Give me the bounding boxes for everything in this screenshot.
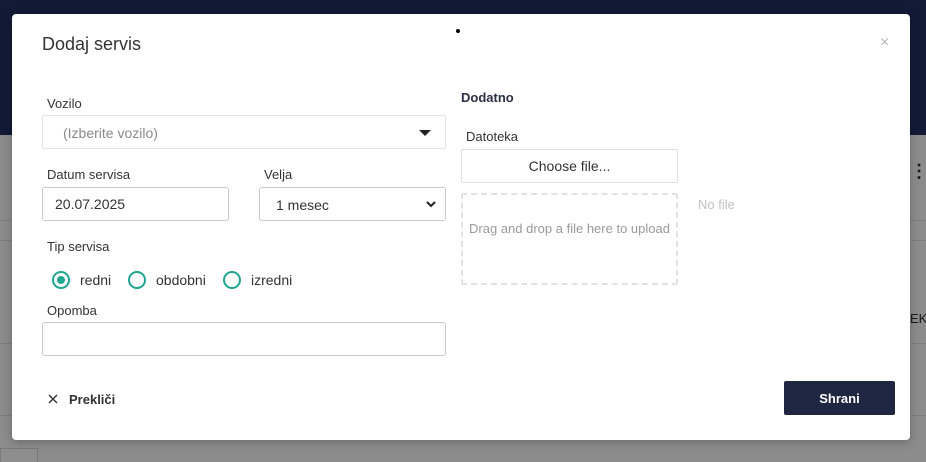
datum-servisa-label: Datum servisa xyxy=(47,167,131,182)
dodatno-heading: Dodatno xyxy=(461,90,514,105)
opomba-input[interactable] xyxy=(42,322,446,356)
vozilo-label: Vozilo xyxy=(47,96,82,111)
vozilo-placeholder: (Izberite vozilo) xyxy=(63,125,158,141)
chevron-down-icon xyxy=(425,196,437,214)
radio-label: redni xyxy=(80,272,112,288)
radio-label: obdobni xyxy=(156,272,206,288)
dropzone-text: Drag and drop a file here to upload xyxy=(469,221,670,236)
opomba-label: Opomba xyxy=(47,303,97,318)
radio-unchecked-icon xyxy=(223,271,241,289)
choose-file-button[interactable]: Choose file... xyxy=(461,149,678,183)
radio-checked-icon xyxy=(52,271,70,289)
close-icon xyxy=(48,390,58,411)
cancel-label: Prekliči xyxy=(69,392,116,407)
vozilo-select[interactable]: (Izberite vozilo) xyxy=(42,115,446,149)
no-file-text: No file xyxy=(698,197,735,212)
modal-title: Dodaj servis xyxy=(42,34,142,54)
tip-servisa-label: Tip servisa xyxy=(47,239,110,254)
datum-servisa-input[interactable]: 20.07.2025 xyxy=(42,187,229,221)
file-dropzone[interactable]: Drag and drop a file here to upload xyxy=(461,193,678,285)
kebab-menu-icon[interactable]: ⋮ xyxy=(910,162,926,180)
velja-select[interactable]: 1 mesec xyxy=(259,187,446,221)
add-service-modal: Dodaj servis × Vozilo (Izberite vozilo) … xyxy=(12,14,910,440)
close-icon[interactable]: × xyxy=(880,34,889,52)
datoteka-label: Datoteka xyxy=(466,129,519,144)
radio-label: izredni xyxy=(251,272,293,288)
velja-selected-value: 1 mesec xyxy=(276,197,329,213)
cursor-dot xyxy=(456,29,460,33)
velja-label: Velja xyxy=(264,167,293,182)
caret-down-icon xyxy=(419,130,431,136)
radio-unchecked-icon xyxy=(128,271,146,289)
save-button[interactable]: Shrani xyxy=(784,381,895,415)
background-table-cell xyxy=(0,448,38,462)
background-column-header: EKA xyxy=(910,311,926,326)
